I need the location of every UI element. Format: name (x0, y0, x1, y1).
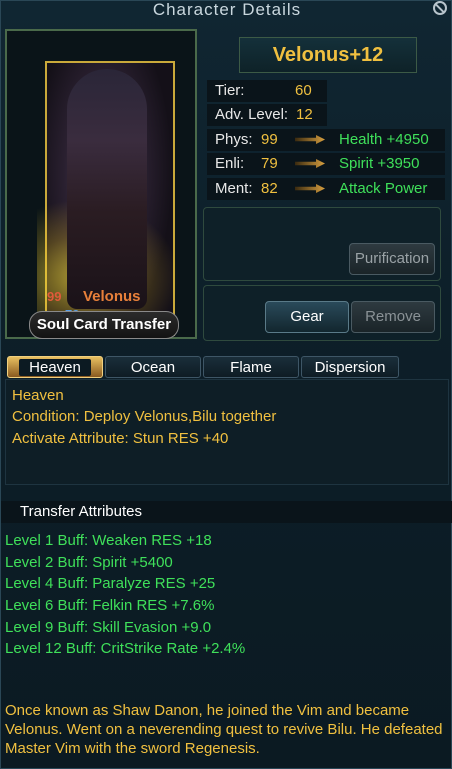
stat-label: Ment: (215, 180, 253, 197)
tab-bar: Heaven Ocean Flame Dispersion (7, 356, 401, 378)
stat-row-adv-level: Adv. Level: 12 (207, 104, 327, 126)
tab-dispersion[interactable]: Dispersion (301, 356, 399, 378)
stat-value: 82 (261, 180, 278, 197)
tab-flame[interactable]: Flame (203, 356, 299, 378)
tab-heaven[interactable]: Heaven (7, 356, 103, 378)
character-details-window: Character Details 99 79 82 Velonus Soul … (0, 0, 452, 769)
stat-value: 12 (296, 106, 313, 123)
soul-card-transfer-button[interactable]: Soul Card Transfer (29, 311, 179, 339)
heaven-details: Heaven Condition: Deploy Velonus,Bilu to… (5, 379, 449, 485)
character-figure (67, 69, 147, 309)
card-name: Velonus (83, 288, 141, 305)
transfer-buff-line: Level 9 Buff: Skill Evasion +9.0 (5, 619, 212, 636)
stat-label: Tier: (215, 82, 245, 99)
soul-card-frame: 99 79 82 Velonus Soul Card Transfer (5, 29, 197, 339)
stat-row-enli: Enli: 79 Spirit +3950 (207, 153, 445, 175)
stat-label: Phys: (215, 131, 253, 148)
stat-row-phys: Phys: 99 Health +4950 (207, 129, 445, 151)
stat-buff: Spirit +3950 (339, 155, 420, 172)
stat-label: Adv. Level: (215, 106, 289, 123)
stat-row-tier: Tier: 60 (207, 80, 327, 102)
stat-value: 99 (261, 131, 278, 148)
stat-buff: Attack Power (339, 180, 428, 197)
transfer-buff-line: Level 1 Buff: Weaken RES +18 (5, 532, 212, 549)
heaven-condition: Condition: Deploy Velonus,Bilu together (12, 408, 277, 425)
heaven-title: Heaven (12, 387, 64, 404)
card-stats: 99 79 82 (47, 289, 95, 338)
arrow-icon (295, 184, 325, 193)
heaven-attribute: Activate Attribute: Stun RES +40 (12, 430, 229, 447)
purification-button[interactable]: Purification (349, 243, 435, 275)
transfer-header-label: Transfer Attributes (20, 503, 142, 520)
arrow-icon (295, 135, 325, 144)
character-description: Once known as Shaw Danon, he joined the … (5, 702, 443, 757)
card-num-red: 99 (47, 289, 62, 304)
transfer-buff-line: Level 2 Buff: Spirit +5400 (5, 554, 173, 571)
stat-value: 60 (295, 82, 312, 99)
stat-buff: Health +4950 (339, 131, 429, 148)
stat-label: Enli: (215, 155, 245, 172)
close-icon[interactable] (433, 1, 447, 15)
window-title: Character Details (152, 0, 302, 19)
character-name: Velonus+12 (239, 37, 417, 73)
transfer-buff-line: Level 4 Buff: Paralyze RES +25 (5, 575, 216, 592)
transfer-attributes-header: Transfer Attributes (1, 501, 452, 523)
gear-button[interactable]: Gear (265, 301, 349, 333)
transfer-buff-line: Level 12 Buff: CritStrike Rate +2.4% (5, 640, 246, 657)
tab-label: Heaven (19, 359, 91, 376)
arrow-icon (295, 159, 325, 168)
stat-row-ment: Ment: 82 Attack Power (207, 178, 445, 200)
remove-button[interactable]: Remove (351, 301, 435, 333)
tab-ocean[interactable]: Ocean (105, 356, 201, 378)
stat-value: 79 (261, 155, 278, 172)
transfer-buff-line: Level 6 Buff: Felkin RES +7.6% (5, 597, 215, 614)
